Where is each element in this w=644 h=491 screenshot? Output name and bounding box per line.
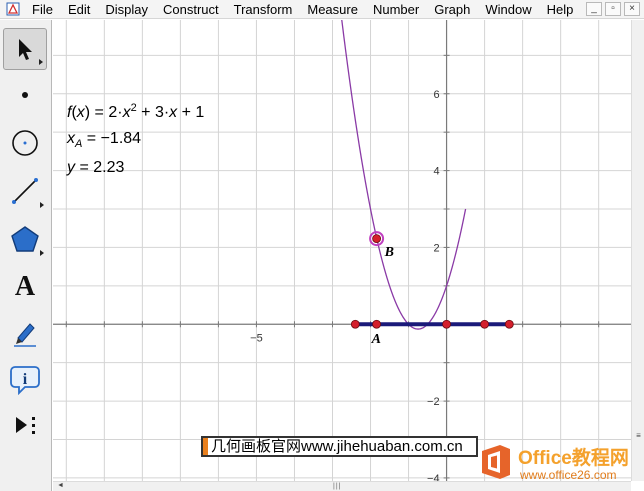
menu-measure[interactable]: Measure: [300, 0, 366, 19]
function-name: f: [67, 104, 72, 121]
svg-text:i: i: [23, 371, 28, 388]
point-b-label[interactable]: B: [385, 245, 394, 261]
scroll-thumb-grip-icon: |||: [333, 483, 342, 490]
point-b[interactable]: [372, 234, 382, 243]
marker-tool[interactable]: [3, 312, 47, 354]
y-tick-label: −2: [427, 396, 440, 408]
x-tick-label: −5: [250, 332, 263, 344]
y-tick-label: −4: [427, 473, 440, 481]
y-tick-label: 4: [433, 166, 439, 178]
pen-icon: [14, 323, 36, 347]
scroll-left-icon[interactable]: ◄: [57, 482, 64, 489]
restore-button[interactable]: ▫: [605, 2, 621, 16]
y-tick-label: 6: [433, 89, 439, 101]
coordinate-graph[interactable]: −55642−2−4: [53, 20, 631, 481]
menu-file[interactable]: File: [25, 0, 61, 19]
app-icon[interactable]: [6, 2, 20, 16]
function-rhs-tail: + 1: [177, 104, 205, 121]
office-logo-icon: [482, 445, 510, 479]
function-rhs-var2: x: [169, 104, 178, 121]
vertical-scrollbar[interactable]: ≡: [631, 20, 644, 481]
segment-point[interactable]: [372, 319, 382, 329]
point-icon: [22, 92, 28, 98]
menu-display[interactable]: Display: [98, 0, 156, 19]
information-tool[interactable]: i: [3, 358, 47, 400]
y-label: y: [67, 159, 75, 176]
sketch-canvas[interactable]: −55642−2−4 f(x) = 2·x2 + 3·x + 1 xA = −1…: [53, 20, 631, 481]
function-rhs-prefix: = 2·: [90, 104, 123, 121]
y-tick-label: 2: [433, 242, 439, 254]
point-a-label[interactable]: A: [372, 332, 381, 348]
office-url-text: www.office26.com: [520, 468, 617, 482]
menu-graph[interactable]: Graph: [427, 0, 478, 19]
y-calculation[interactable]: y = 2.23: [67, 159, 124, 177]
menu-bar: File Edit Display Construct Transform Me…: [0, 0, 644, 19]
segment-point[interactable]: [350, 319, 360, 329]
circle-icon: [12, 130, 38, 156]
play-dots-icon: [16, 417, 35, 434]
segment-point[interactable]: [480, 319, 489, 329]
segment-point[interactable]: [504, 319, 514, 329]
watermark-caption: 几何画板官网www.jihehuaban.com.cn: [201, 436, 478, 457]
office-logo: Office教程网 www.office26.com: [476, 437, 644, 491]
window-controls: _ ▫ ×: [586, 2, 640, 16]
straightedge-tool[interactable]: [3, 170, 47, 212]
menu-number[interactable]: Number: [366, 0, 427, 19]
arrow-select-tool[interactable]: [3, 28, 47, 70]
point-tool[interactable]: [3, 74, 47, 116]
menu-window[interactable]: Window: [478, 0, 539, 19]
menu-edit[interactable]: Edit: [61, 0, 98, 19]
function-var: x: [76, 104, 85, 121]
text-tool[interactable]: A: [3, 266, 47, 308]
menu-construct[interactable]: Construct: [156, 0, 227, 19]
close-button[interactable]: ×: [624, 2, 640, 16]
line-segment-icon: [12, 178, 38, 204]
menu-transform[interactable]: Transform: [227, 0, 301, 19]
pentagon-icon: [11, 226, 39, 252]
function-rhs-suffix: + 3·: [136, 104, 170, 121]
office-brand-text: Office教程网: [518, 448, 629, 469]
menu-help[interactable]: Help: [540, 0, 582, 19]
segment-point[interactable]: [442, 319, 451, 329]
custom-tool[interactable]: [3, 404, 47, 446]
xa-value: = −1.84: [82, 130, 142, 147]
minimize-button[interactable]: _: [586, 2, 602, 16]
xa-measurement[interactable]: xA = −1.84: [67, 130, 141, 150]
function-definition[interactable]: f(x) = 2·x2 + 3·x + 1: [67, 102, 204, 122]
xa-label: x: [67, 130, 75, 147]
y-value: = 2.23: [75, 159, 125, 176]
compass-tool[interactable]: [3, 122, 47, 164]
letter-a-icon: A: [14, 271, 36, 302]
info-icon: i: [10, 366, 40, 395]
polygon-tool[interactable]: [3, 218, 47, 260]
arrow-cursor-icon: [19, 39, 32, 60]
toolbox: A i: [0, 20, 52, 491]
function-rhs-var1: x: [122, 104, 131, 121]
